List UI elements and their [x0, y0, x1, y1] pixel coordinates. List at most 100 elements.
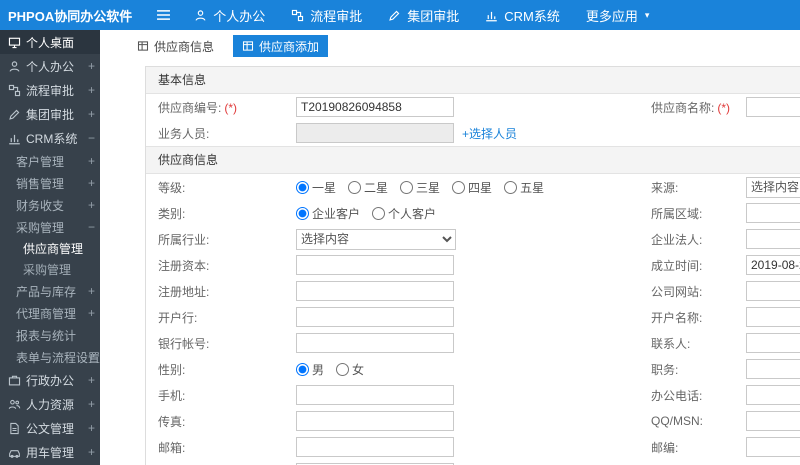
expand-toggle[interactable]: +	[88, 59, 95, 73]
supplier-name-input[interactable]	[746, 97, 800, 117]
category-radio[interactable]	[296, 206, 309, 220]
region-field	[746, 203, 800, 223]
sidebar-item-label: 财务收支	[16, 198, 65, 213]
level-option[interactable]: 五星	[504, 179, 544, 196]
form-panel: 基本信息供应商编号:(*)供应商名称:(*)业务人员:+选择人员供应商信息等级:…	[145, 66, 800, 465]
mobile-input[interactable]	[296, 385, 454, 405]
source-select[interactable]: 选择内容	[746, 176, 800, 198]
sales-person-picker-link[interactable]: +选择人员	[462, 125, 517, 142]
sidebar-item-document-mgmt[interactable]: 公文管理 +	[0, 416, 100, 440]
gender-radio[interactable]	[336, 362, 350, 376]
bank-account-input[interactable]	[296, 333, 454, 353]
sidebar-item-personal-office[interactable]: 个人办公 +	[0, 54, 100, 78]
sales-person-input[interactable]	[296, 123, 454, 143]
contact-input[interactable]	[746, 333, 800, 353]
nav-item-group-approval[interactable]: 集团审批	[375, 0, 472, 30]
level-radio[interactable]	[452, 180, 466, 194]
tab-supplier-add[interactable]: 供应商添加	[233, 35, 329, 57]
level-radio[interactable]	[296, 180, 309, 194]
radio-label: 四星	[468, 180, 493, 195]
level-radio[interactable]	[348, 180, 362, 194]
sidebar-item-product-inventory[interactable]: 产品与库存 +	[0, 280, 100, 302]
sidebar-item-process-approval[interactable]: 流程审批 +	[0, 78, 100, 102]
chart-icon	[485, 9, 498, 22]
sidebar-item-group-approval[interactable]: 集团审批 +	[0, 102, 100, 126]
expand-toggle[interactable]: −	[88, 220, 95, 234]
nav-item-crm-system[interactable]: CRM系统	[472, 0, 573, 30]
main-content: 供应商信息 供应商添加 基本信息供应商编号:(*)供应商名称:(*)业务人员:+…	[100, 30, 800, 465]
topbar: PHPOA协同办公软件 个人办公 流程审批 集团审批 CRM系统 更多应用 ▾	[0, 0, 800, 30]
sidebar-item-supplier-mgmt[interactable]: 供应商管理	[0, 238, 100, 259]
office-phone-input[interactable]	[746, 385, 800, 405]
expand-toggle[interactable]: +	[88, 445, 95, 459]
founded-date-label: 成立时间:	[651, 257, 746, 274]
sidebar-item-procurement[interactable]: 采购管理	[0, 259, 100, 280]
form-row: 银行帐号: 联系人:	[146, 330, 800, 356]
flow-icon	[291, 9, 304, 22]
sidebar-item-sales-mgmt[interactable]: 销售管理 +	[0, 172, 100, 194]
menu-toggle-icon[interactable]	[156, 9, 171, 21]
fax-input[interactable]	[296, 411, 454, 431]
gender-option[interactable]: 女	[336, 361, 364, 378]
level-option[interactable]: 三星	[400, 179, 440, 196]
founded-date-input[interactable]	[746, 255, 800, 275]
level-radio[interactable]	[504, 180, 518, 194]
sidebar-item-reports-stats[interactable]: 报表与统计	[0, 324, 100, 346]
expand-toggle[interactable]: +	[88, 107, 95, 121]
expand-toggle[interactable]: +	[88, 373, 95, 387]
expand-toggle[interactable]: +	[88, 176, 95, 190]
sidebar-item-admin-office[interactable]: 行政办公 +	[0, 368, 100, 392]
person-icon	[194, 9, 207, 22]
expand-toggle[interactable]: +	[88, 306, 95, 320]
expand-toggle[interactable]: −	[88, 131, 95, 145]
category-option[interactable]: 个人客户	[372, 205, 436, 222]
level-option[interactable]: 二星	[348, 179, 388, 196]
sidebar-item-form-process-settings[interactable]: 表单与流程设置 +	[0, 346, 100, 368]
nav-item-personal-office[interactable]: 个人办公	[181, 0, 278, 30]
account-name-input[interactable]	[746, 307, 800, 327]
sidebar-item-purchase-mgmt[interactable]: 采购管理 −	[0, 216, 100, 238]
legal-person-input[interactable]	[746, 229, 800, 249]
gender-option[interactable]: 男	[296, 361, 324, 378]
level-option[interactable]: 四星	[452, 179, 492, 196]
supplier-no-input[interactable]	[296, 97, 454, 117]
bank-input[interactable]	[296, 307, 454, 327]
field-label-text: 开户行:	[158, 310, 198, 325]
reg-address-input[interactable]	[296, 281, 454, 301]
radio-label: 五星	[520, 180, 545, 195]
email-input[interactable]	[296, 437, 454, 457]
gender-radio[interactable]	[296, 362, 309, 376]
expand-toggle[interactable]: +	[88, 83, 95, 97]
sidebar-item-finance[interactable]: 财务收支 +	[0, 194, 100, 216]
reg-capital-input[interactable]	[296, 255, 454, 275]
region-input[interactable]	[746, 203, 800, 223]
position-input[interactable]	[746, 359, 800, 379]
supplier-no-field	[296, 97, 651, 117]
fax-field	[296, 411, 651, 431]
level-radio[interactable]	[400, 180, 414, 194]
sidebar-menu: 个人桌面 个人办公 + 流程审批 + 集团审批 + CRM系统 − 客户管理 + 销售管理 + 财务收支 +…	[0, 30, 100, 465]
category-option[interactable]: 企业客户	[296, 205, 360, 222]
level-option[interactable]: 一星	[296, 179, 336, 196]
sidebar-item-agent-mgmt[interactable]: 代理商管理 +	[0, 302, 100, 324]
sidebar-item-customer-mgmt[interactable]: 客户管理 +	[0, 150, 100, 172]
category-radio[interactable]	[372, 206, 386, 220]
tab-supplier-info[interactable]: 供应商信息	[128, 35, 223, 57]
legal-person-field	[746, 229, 800, 249]
expand-toggle[interactable]: +	[88, 154, 95, 168]
nav-item-more-apps[interactable]: 更多应用 ▾	[573, 0, 663, 30]
expand-toggle[interactable]: +	[88, 421, 95, 435]
sidebar-item-vehicle-mgmt[interactable]: 用车管理 +	[0, 440, 100, 464]
sidebar-item-hr[interactable]: 人力资源 +	[0, 392, 100, 416]
expand-toggle[interactable]: +	[88, 397, 95, 411]
industry-select[interactable]: 选择内容	[296, 228, 456, 250]
website-input[interactable]	[746, 281, 800, 301]
expand-toggle[interactable]: +	[88, 284, 95, 298]
qq-msn-input[interactable]	[746, 411, 800, 431]
nav-item-process-approval[interactable]: 流程审批	[278, 0, 375, 30]
expand-toggle[interactable]: +	[88, 198, 95, 212]
sidebar-item-crm-system[interactable]: CRM系统 −	[0, 126, 100, 150]
zipcode-input[interactable]	[746, 437, 800, 457]
sidebar-item-personal-desktop[interactable]: 个人桌面	[0, 30, 100, 54]
expand-toggle[interactable]: +	[88, 350, 95, 364]
